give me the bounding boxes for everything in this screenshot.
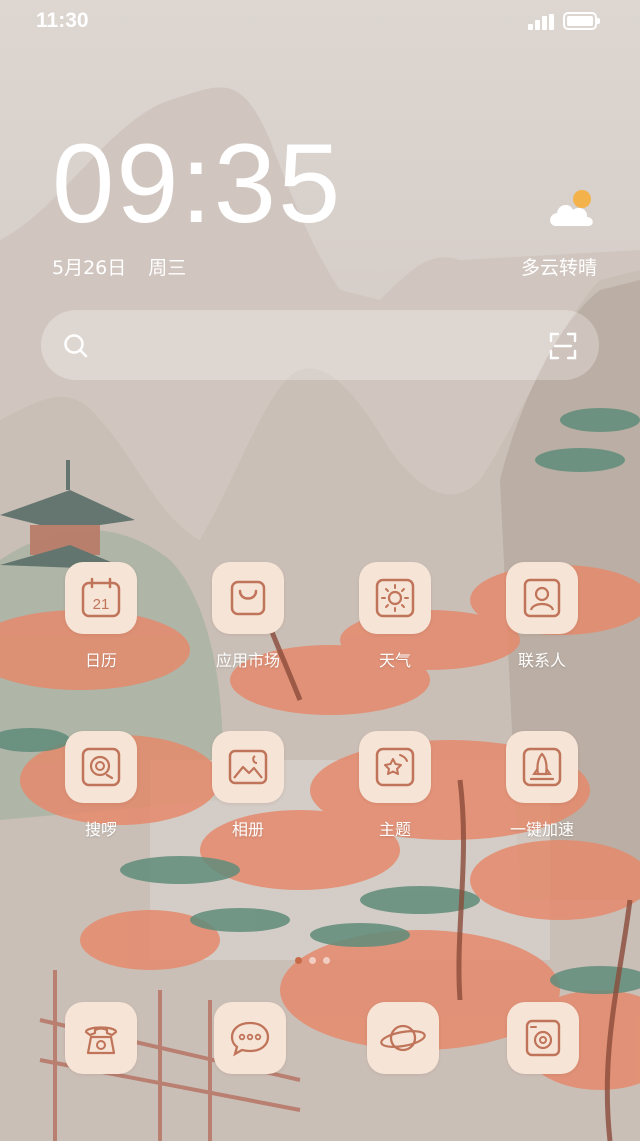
phone-icon bbox=[84, 1026, 118, 1055]
app-tile[interactable] bbox=[367, 1002, 439, 1074]
page-dot bbox=[309, 957, 316, 964]
app-theme[interactable]: 主题 bbox=[345, 731, 445, 840]
app-tile[interactable] bbox=[359, 731, 431, 803]
app-tile[interactable] bbox=[506, 731, 578, 803]
weather-text[interactable]: 多云转晴 bbox=[521, 253, 597, 280]
app-tile[interactable] bbox=[507, 1002, 579, 1074]
search-app-icon bbox=[81, 747, 121, 787]
battery-icon bbox=[563, 12, 600, 30]
browser-planet-icon bbox=[380, 1024, 426, 1052]
photo-icon bbox=[228, 749, 268, 785]
app-search[interactable]: 搜啰 bbox=[51, 731, 151, 840]
app-contacts[interactable]: 联系人 bbox=[492, 562, 592, 671]
dock-browser[interactable] bbox=[353, 1002, 453, 1074]
app-weather[interactable]: 天气 bbox=[345, 562, 445, 671]
dock-camera[interactable] bbox=[493, 1002, 593, 1074]
camera-icon bbox=[525, 1019, 561, 1057]
app-label: 应用市场 bbox=[215, 651, 280, 670]
calendar-day: 21 bbox=[93, 596, 110, 613]
shopping-bag-icon bbox=[230, 580, 266, 616]
message-icon bbox=[230, 1021, 270, 1057]
app-label: 相册 bbox=[231, 820, 264, 839]
scan-icon[interactable] bbox=[549, 332, 577, 360]
status-bar: 11:30 bbox=[0, 0, 640, 46]
app-tile[interactable] bbox=[506, 562, 578, 634]
sun-icon bbox=[375, 578, 415, 618]
contact-icon bbox=[523, 578, 561, 618]
app-tile[interactable] bbox=[359, 562, 431, 634]
app-tile[interactable] bbox=[65, 731, 137, 803]
clock-time[interactable]: 09:35 bbox=[52, 128, 342, 240]
app-tile[interactable] bbox=[212, 731, 284, 803]
page-dot bbox=[323, 957, 330, 964]
search-bar[interactable] bbox=[41, 310, 599, 380]
dock-phone[interactable] bbox=[51, 1002, 151, 1074]
app-gallery[interactable]: 相册 bbox=[198, 731, 298, 840]
app-tile[interactable] bbox=[65, 1002, 137, 1074]
rocket-icon bbox=[522, 747, 562, 787]
date-text: 5月26日 bbox=[52, 257, 127, 279]
status-time: 11:30 bbox=[36, 9, 89, 32]
page-indicator bbox=[295, 957, 335, 965]
app-label: 日历 bbox=[84, 651, 117, 670]
page-dot-active bbox=[295, 957, 302, 964]
clock-date: 5月26日 周三 bbox=[52, 253, 186, 280]
app-booster[interactable]: 一键加速 bbox=[492, 731, 592, 840]
partly-cloudy-icon[interactable] bbox=[546, 184, 600, 232]
theme-icon bbox=[375, 747, 415, 787]
app-store[interactable]: 应用市场 bbox=[198, 562, 298, 671]
app-tile[interactable] bbox=[214, 1002, 286, 1074]
app-label: 主题 bbox=[378, 820, 411, 839]
app-label: 联系人 bbox=[517, 651, 566, 670]
dock-messages[interactable] bbox=[200, 1002, 300, 1074]
app-tile[interactable] bbox=[212, 562, 284, 634]
calendar-icon: 21 bbox=[81, 577, 121, 618]
app-tile[interactable]: 21 bbox=[65, 562, 137, 634]
app-calendar[interactable]: 21 日历 bbox=[51, 562, 151, 671]
app-label: 搜啰 bbox=[84, 820, 117, 839]
weekday-text: 周三 bbox=[148, 257, 187, 279]
app-label: 一键加速 bbox=[509, 820, 574, 839]
signal-icon bbox=[528, 14, 554, 30]
search-icon[interactable] bbox=[63, 333, 89, 359]
app-label: 天气 bbox=[378, 651, 411, 670]
